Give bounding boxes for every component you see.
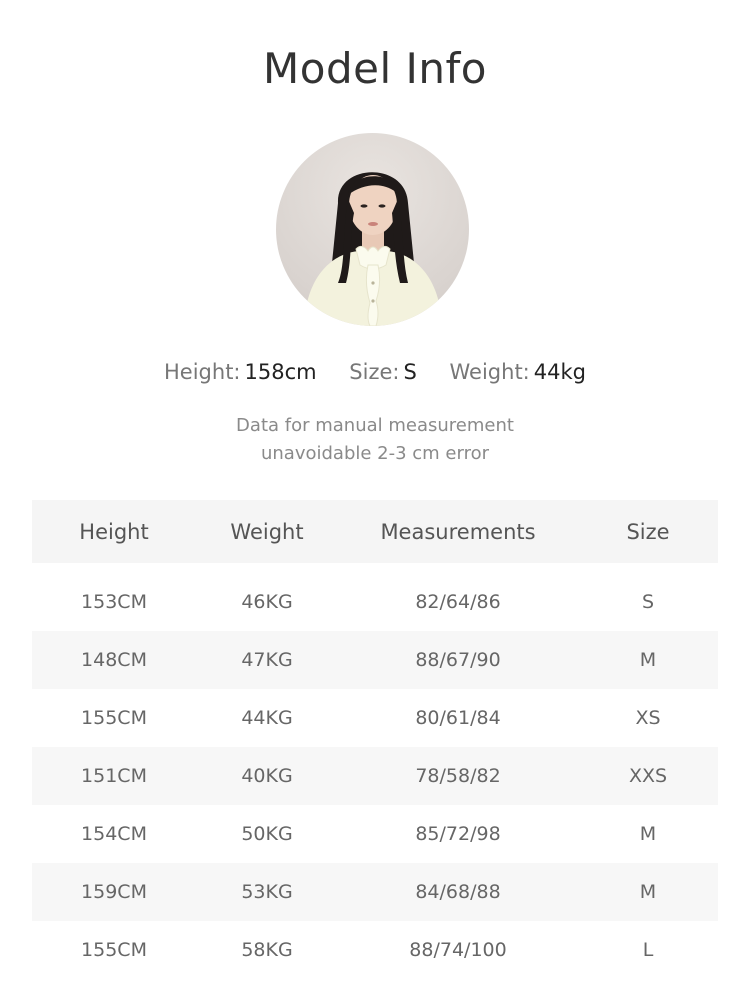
model-photo xyxy=(276,133,469,326)
cell-measurements: 78/58/82 xyxy=(415,765,501,787)
cell-size: XS xyxy=(635,707,661,729)
cell-height: 151CM xyxy=(81,765,147,787)
cell-size: M xyxy=(639,649,657,671)
cell-measurements: 88/67/90 xyxy=(415,649,501,671)
cell-measurements: 85/72/98 xyxy=(415,823,501,845)
cell-height: 159CM xyxy=(81,881,147,903)
cell-weight: 50KG xyxy=(241,823,293,845)
cell-weight: 46KG xyxy=(241,591,293,613)
table-row: 154CM 50KG 85/72/98 M xyxy=(32,805,718,863)
cell-measurements: 88/74/100 xyxy=(409,939,507,961)
model-weight: Weight: 44kg xyxy=(450,360,586,384)
weight-label: Weight: xyxy=(449,360,530,384)
height-label: Height: xyxy=(164,360,241,384)
cell-measurements: 82/64/86 xyxy=(415,591,501,613)
cell-size: M xyxy=(639,881,657,903)
size-label: Size: xyxy=(349,360,400,384)
header-height: Height xyxy=(79,519,149,544)
note-line-1: Data for manual measurement xyxy=(236,415,514,436)
cell-height: 148CM xyxy=(81,649,147,671)
header-size: Size xyxy=(626,519,670,544)
cell-weight: 47KG xyxy=(241,649,293,671)
cell-height: 155CM xyxy=(81,707,147,729)
weight-value: 44kg xyxy=(533,360,586,384)
table-row: 153CM 46KG 82/64/86 S xyxy=(32,573,718,631)
table-row: 155CM 58KG 88/74/100 L xyxy=(32,921,718,979)
table-row: 148CM 47KG 88/67/90 M xyxy=(32,631,718,689)
cell-height: 155CM xyxy=(81,939,147,961)
cell-measurements: 80/61/84 xyxy=(415,707,501,729)
model-stats: Height: 158cm Size: S Weight: 44kg xyxy=(0,360,750,384)
cell-weight: 53KG xyxy=(241,881,293,903)
measurement-note: Data for manual measurement unavoidable … xyxy=(0,412,750,468)
table-header-row: Height Weight Measurements Size xyxy=(32,500,718,563)
header-weight: Weight xyxy=(230,519,304,544)
cell-size: S xyxy=(641,591,655,613)
cell-height: 153CM xyxy=(81,591,147,613)
size-table: Height Weight Measurements Size 153CM 46… xyxy=(32,500,718,979)
page-title: Model Info xyxy=(263,44,487,93)
cell-weight: 40KG xyxy=(241,765,293,787)
model-size: Size: S xyxy=(349,360,417,384)
cell-size: L xyxy=(642,939,654,961)
cell-size: M xyxy=(639,823,657,845)
table-row: 159CM 53KG 84/68/88 M xyxy=(32,863,718,921)
table-row: 155CM 44KG 80/61/84 XS xyxy=(32,689,718,747)
size-value: S xyxy=(403,360,417,384)
note-line-2: unavoidable 2-3 cm error xyxy=(260,443,490,464)
cell-weight: 58KG xyxy=(241,939,293,961)
cell-size: XXS xyxy=(628,765,668,787)
header-measurements: Measurements xyxy=(380,519,536,544)
cell-weight: 44KG xyxy=(241,707,293,729)
model-height: Height: 158cm xyxy=(164,360,317,384)
cell-measurements: 84/68/88 xyxy=(415,881,501,903)
cell-height: 154CM xyxy=(81,823,147,845)
table-row: 151CM 40KG 78/58/82 XXS xyxy=(32,747,718,805)
height-value: 158cm xyxy=(244,360,317,384)
